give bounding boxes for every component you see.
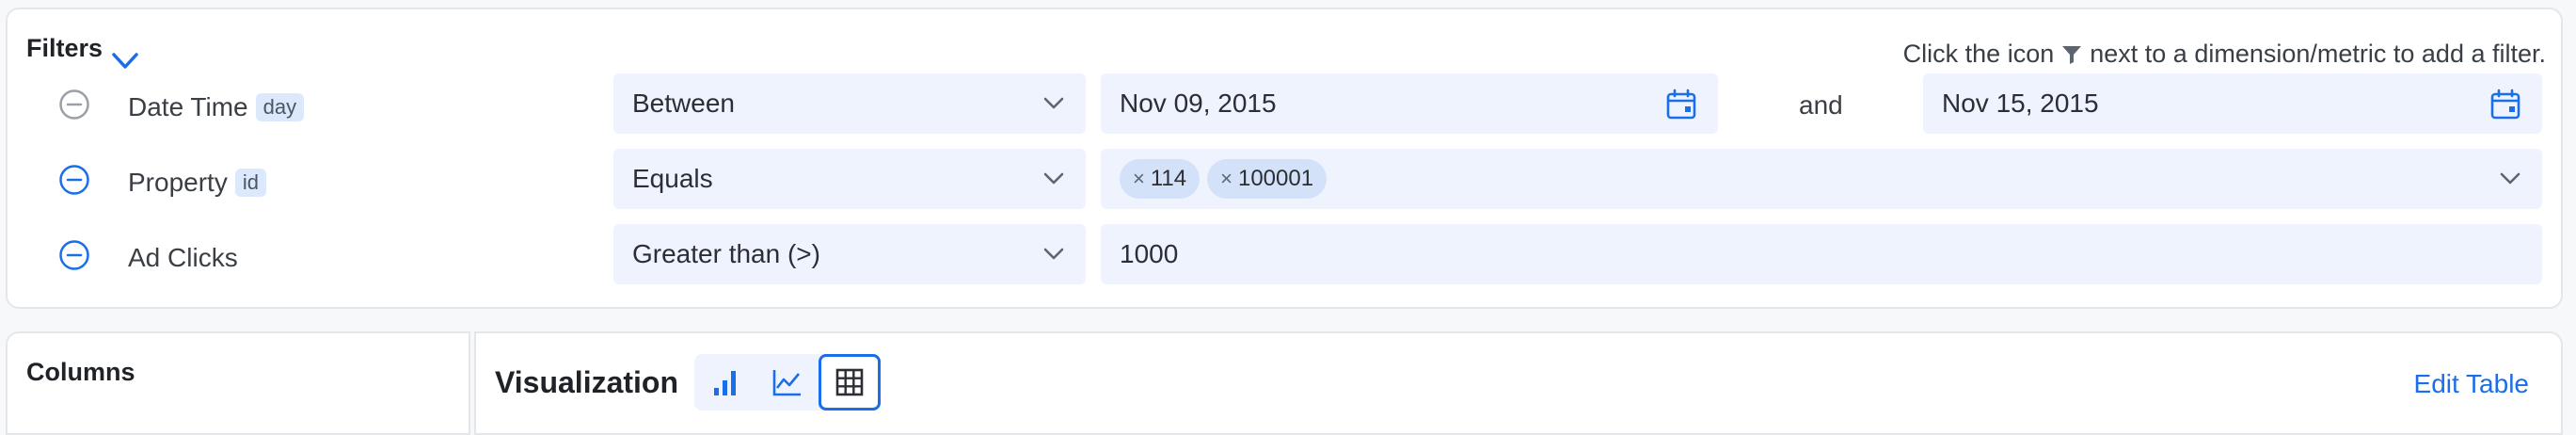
filters-panel: Filters Click the icon next to a dimensi… — [6, 8, 2563, 309]
visualization-title: Visualization — [495, 365, 679, 399]
hint-text-after: next to a dimension/metric to add a filt… — [2090, 40, 2546, 68]
bar-chart-button[interactable] — [694, 354, 756, 411]
remove-chip-icon[interactable]: × — [1133, 167, 1145, 191]
operator-select[interactable]: Equals — [613, 149, 1086, 209]
value-chip: × 114 — [1120, 159, 1201, 199]
calendar-icon[interactable] — [2489, 89, 2521, 121]
end-date-value: Nov 15, 2015 — [1942, 89, 2099, 118]
operator-select[interactable]: Greater than (>) — [613, 224, 1086, 284]
filter-row-property: Property id Equals × 114 × 100001 — [8, 149, 2561, 211]
operator-select[interactable]: Between — [613, 73, 1086, 134]
date-range-and: and — [1799, 90, 1843, 120]
end-date-input[interactable]: Nov 15, 2015 — [1923, 73, 2542, 134]
chip-label: 100001 — [1237, 166, 1314, 191]
filter-field-label: Property id — [128, 168, 266, 198]
filter-row-ad-clicks: Ad Clicks Greater than (>) 1000 — [8, 224, 2561, 286]
filter-field-label: Ad Clicks — [128, 243, 238, 273]
field-name: Property — [128, 168, 228, 197]
start-date-input[interactable]: Nov 09, 2015 — [1101, 73, 1718, 134]
remove-filter-icon[interactable] — [58, 239, 90, 271]
field-tag: id — [234, 169, 266, 197]
columns-title: Columns — [26, 358, 135, 386]
chevron-down-icon — [1043, 248, 1064, 260]
chevron-down-icon — [1043, 97, 1064, 109]
line-chart-button[interactable] — [756, 354, 819, 411]
visualization-type-switch — [694, 354, 881, 411]
funnel-icon — [2062, 45, 2082, 64]
field-name: Date Time — [128, 92, 248, 121]
calendar-icon[interactable] — [1665, 89, 1697, 121]
value-chip: × 100001 — [1207, 159, 1328, 199]
operator-value: Greater than (>) — [632, 239, 820, 268]
value-text: 1000 — [1120, 239, 1179, 268]
remove-filter-icon[interactable] — [58, 164, 90, 196]
operator-value: Between — [632, 89, 735, 118]
value-input[interactable]: 1000 — [1101, 224, 2542, 284]
remove-filter-icon[interactable] — [58, 89, 90, 121]
field-tag: day — [255, 93, 305, 121]
filter-hint: Click the icon next to a dimension/metri… — [1903, 40, 2546, 69]
line-chart-icon — [772, 370, 801, 396]
hint-text-before: Click the icon — [1902, 40, 2055, 68]
chevron-down-icon[interactable] — [111, 51, 139, 72]
values-multiselect[interactable]: × 114 × 100001 — [1101, 149, 2542, 209]
filter-field-label: Date Time day — [128, 92, 305, 122]
edit-table-link[interactable]: Edit Table — [2414, 369, 2529, 399]
table-icon — [835, 368, 864, 396]
bar-chart-icon — [714, 371, 736, 395]
field-name: Ad Clicks — [128, 243, 238, 272]
start-date-value: Nov 09, 2015 — [1120, 89, 1277, 118]
chip-label: 114 — [1150, 166, 1187, 191]
filter-row-date-time: Date Time day Between Nov 09, 2015 and N… — [8, 73, 2561, 136]
operator-value: Equals — [632, 164, 713, 193]
chevron-down-icon — [1043, 172, 1064, 185]
remove-chip-icon[interactable]: × — [1220, 167, 1232, 191]
table-button[interactable] — [819, 354, 881, 411]
filters-title: Filters — [26, 34, 103, 62]
chevron-down-icon[interactable] — [2499, 169, 2521, 188]
